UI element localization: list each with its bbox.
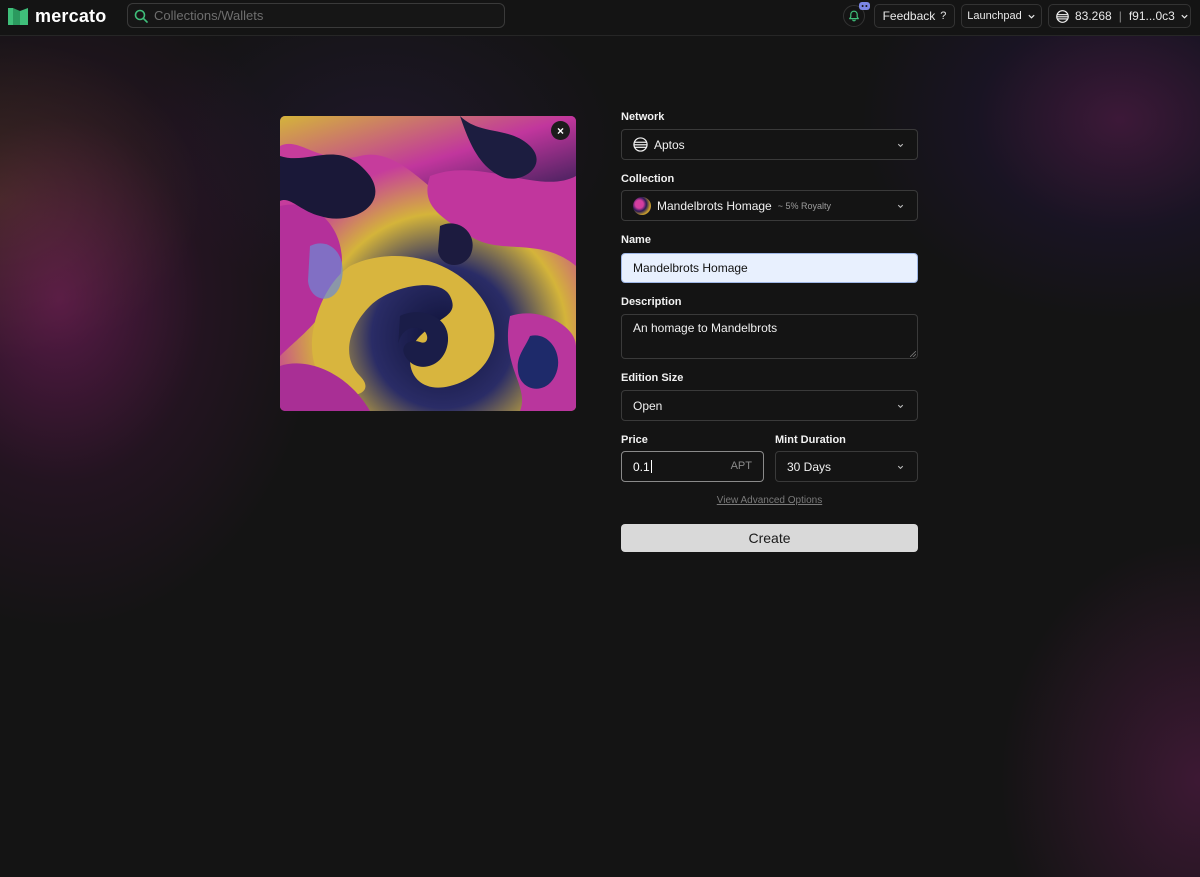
collection-select[interactable]: Mandelbrots Homage ~ 5% Royalty [621, 190, 918, 221]
collection-avatar [633, 196, 651, 215]
mercato-logo-icon [8, 8, 28, 25]
chevron-down-icon [1028, 14, 1035, 19]
chevron-down-icon [1181, 14, 1188, 19]
chevron-down-icon [897, 465, 904, 470]
question-icon: ? [940, 10, 947, 22]
mercato-logo[interactable]: mercato [8, 5, 106, 27]
edition-size-select[interactable]: Open [621, 390, 918, 421]
collection-label: Collection [621, 173, 675, 185]
description-textarea[interactable]: An homage to Mandelbrots [621, 314, 918, 359]
wallet-separator: | [1118, 9, 1122, 23]
feedback-label: Feedback [882, 9, 936, 23]
aptos-icon [633, 137, 648, 152]
chevron-down-icon [897, 143, 904, 148]
wallet-dropdown[interactable]: 83.268 | f91...0c3 [1048, 4, 1191, 28]
search-input[interactable] [154, 8, 494, 23]
price-value: 0.1 [633, 459, 650, 474]
launchpad-label: Launchpad [967, 10, 1022, 22]
resize-handle-icon[interactable] [910, 351, 916, 357]
name-input[interactable] [621, 253, 918, 283]
network-value: Aptos [654, 137, 685, 152]
network-select[interactable]: Aptos [621, 129, 918, 160]
launchpad-dropdown[interactable]: Launchpad [961, 4, 1042, 28]
search-box[interactable] [127, 3, 505, 28]
artwork-preview-image [280, 116, 576, 411]
fractal-artwork [280, 116, 576, 411]
remove-image-button[interactable]: × [551, 121, 570, 140]
text-cursor [650, 460, 652, 473]
search-icon [134, 9, 148, 23]
wallet-balance: 83.268 [1075, 9, 1112, 23]
network-label: Network [621, 111, 665, 123]
top-navigation-bar: mercato Feedback ? Launchpad [0, 0, 1200, 36]
mint-duration-label: Mint Duration [775, 434, 846, 446]
collection-royalty: ~ 5% Royalty [777, 200, 832, 211]
price-label: Price [621, 434, 648, 446]
create-button[interactable]: Create [621, 524, 918, 552]
mint-duration-select[interactable]: 30 Days [775, 451, 918, 482]
discord-icon[interactable] [859, 2, 870, 10]
wallet-address: f91...0c3 [1128, 9, 1175, 23]
name-label: Name [621, 234, 651, 246]
chevron-down-icon [897, 404, 904, 409]
edition-size-value: Open [633, 398, 663, 413]
edition-size-label: Edition Size [621, 372, 684, 384]
aptos-icon [1056, 9, 1069, 23]
mint-duration-value: 30 Days [787, 459, 832, 474]
view-advanced-options-link[interactable]: View Advanced Options [621, 495, 918, 506]
description-label: Description [621, 296, 682, 308]
price-input[interactable]: 0.1 APT [621, 451, 764, 482]
logo-text: mercato [35, 5, 107, 26]
chevron-down-icon [897, 204, 904, 209]
bell-icon [849, 10, 859, 22]
price-unit: APT [730, 460, 752, 472]
feedback-button[interactable]: Feedback ? [874, 4, 955, 28]
collection-value: Mandelbrots Homage [657, 198, 772, 213]
